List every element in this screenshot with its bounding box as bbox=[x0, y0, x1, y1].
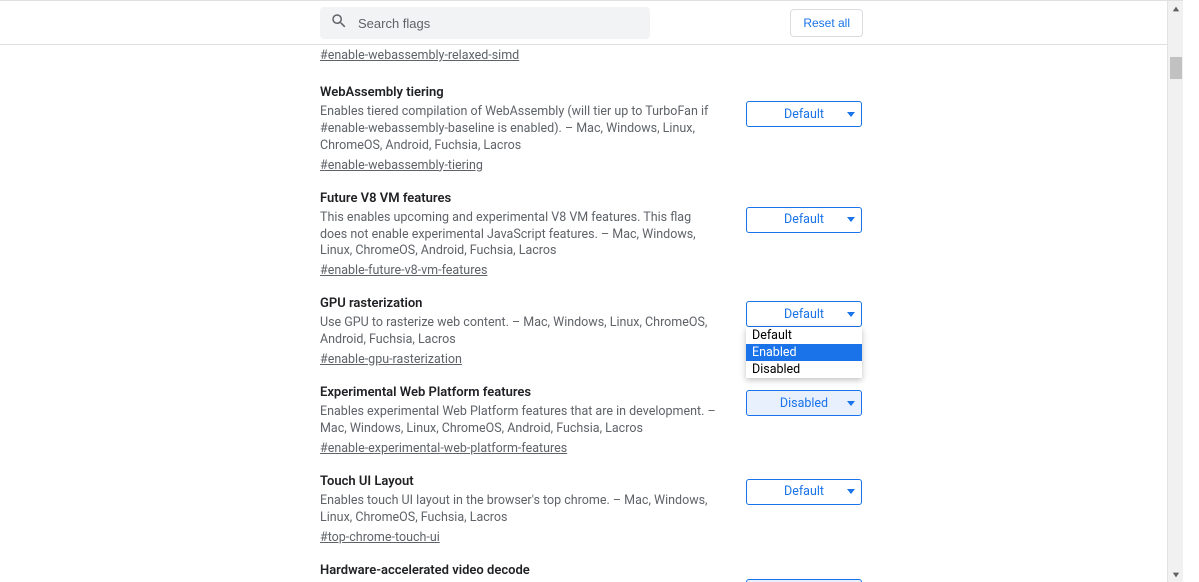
flag-description: Enables experimental Web Platform featur… bbox=[320, 404, 720, 438]
flag-row: Touch UI Layout Enables touch UI layout … bbox=[320, 462, 865, 551]
flag-title: WebAssembly tiering bbox=[320, 85, 720, 100]
flag-anchor-partial: #enable-webassembly-relaxed-simd bbox=[320, 48, 865, 73]
dropdown-option-enabled[interactable]: Enabled bbox=[746, 344, 862, 361]
dropdown-value: Disabled bbox=[780, 396, 828, 411]
chevron-down-icon bbox=[847, 489, 855, 494]
flag-row: WebAssembly tiering Enables tiered compi… bbox=[320, 73, 865, 179]
flag-dropdown[interactable]: Enabled bbox=[746, 579, 862, 582]
flag-dropdown[interactable]: Default bbox=[746, 479, 862, 505]
flag-description: This enables upcoming and experimental V… bbox=[320, 210, 720, 261]
flag-row: Future V8 VM features This enables upcom… bbox=[320, 179, 865, 285]
dropdown-listbox[interactable]: Default Enabled Disabled bbox=[746, 327, 862, 378]
search-input[interactable] bbox=[356, 15, 640, 32]
flag-dropdown[interactable]: Default bbox=[746, 207, 862, 233]
flag-anchor-link[interactable]: #enable-webassembly-tiering bbox=[320, 158, 483, 173]
flag-title: Touch UI Layout bbox=[320, 474, 720, 489]
reset-all-button[interactable]: Reset all bbox=[790, 9, 863, 37]
scroll-thumb[interactable] bbox=[1170, 57, 1182, 79]
flag-anchor-link[interactable]: #enable-gpu-rasterization bbox=[320, 352, 462, 367]
flags-list: #enable-webassembly-relaxed-simd WebAsse… bbox=[320, 45, 865, 582]
flag-dropdown[interactable]: Default bbox=[746, 101, 862, 127]
flag-description: Use GPU to rasterize web content. – Mac,… bbox=[320, 315, 720, 349]
flag-title: Experimental Web Platform features bbox=[320, 385, 720, 400]
flag-description: Enables touch UI layout in the browser's… bbox=[320, 493, 720, 527]
flag-row: GPU rasterization Use GPU to rasterize w… bbox=[320, 284, 865, 373]
scroll-up-arrow[interactable] bbox=[1168, 1, 1183, 17]
flag-row: Experimental Web Platform features Enabl… bbox=[320, 373, 865, 462]
chevron-down-icon bbox=[847, 217, 855, 222]
flag-row: Hardware-accelerated video decode Hardwa… bbox=[320, 551, 865, 582]
page-root: Reset all #enable-webassembly-relaxed-si… bbox=[0, 0, 1183, 582]
search-icon bbox=[330, 12, 356, 34]
flag-anchor-link[interactable]: #enable-experimental-web-platform-featur… bbox=[320, 441, 567, 456]
dropdown-option-default[interactable]: Default bbox=[746, 327, 862, 344]
dropdown-value: Default bbox=[784, 484, 824, 499]
flag-title: Future V8 VM features bbox=[320, 191, 720, 206]
scrollbar[interactable] bbox=[1167, 1, 1183, 582]
chevron-down-icon bbox=[847, 312, 855, 317]
flag-title: Hardware-accelerated video decode bbox=[320, 563, 720, 578]
flag-description: Enables tiered compilation of WebAssembl… bbox=[320, 104, 720, 155]
dropdown-value: Default bbox=[784, 107, 824, 122]
flag-dropdown[interactable]: Disabled bbox=[746, 390, 862, 416]
flag-anchor-link[interactable]: #enable-webassembly-relaxed-simd bbox=[320, 48, 519, 63]
scroll-down-arrow[interactable] bbox=[1168, 567, 1183, 582]
dropdown-option-disabled[interactable]: Disabled bbox=[746, 361, 862, 378]
flag-dropdown[interactable]: Default bbox=[746, 301, 862, 327]
chevron-down-icon bbox=[847, 401, 855, 406]
chevron-down-icon bbox=[847, 112, 855, 117]
dropdown-value: Default bbox=[784, 307, 824, 322]
flag-anchor-link[interactable]: #enable-future-v8-vm-features bbox=[320, 263, 487, 278]
search-box[interactable] bbox=[320, 7, 650, 39]
header-bar: Reset all bbox=[0, 1, 1183, 45]
flag-anchor-link[interactable]: #top-chrome-touch-ui bbox=[320, 530, 440, 545]
dropdown-value: Default bbox=[784, 212, 824, 227]
flag-title: GPU rasterization bbox=[320, 296, 720, 311]
